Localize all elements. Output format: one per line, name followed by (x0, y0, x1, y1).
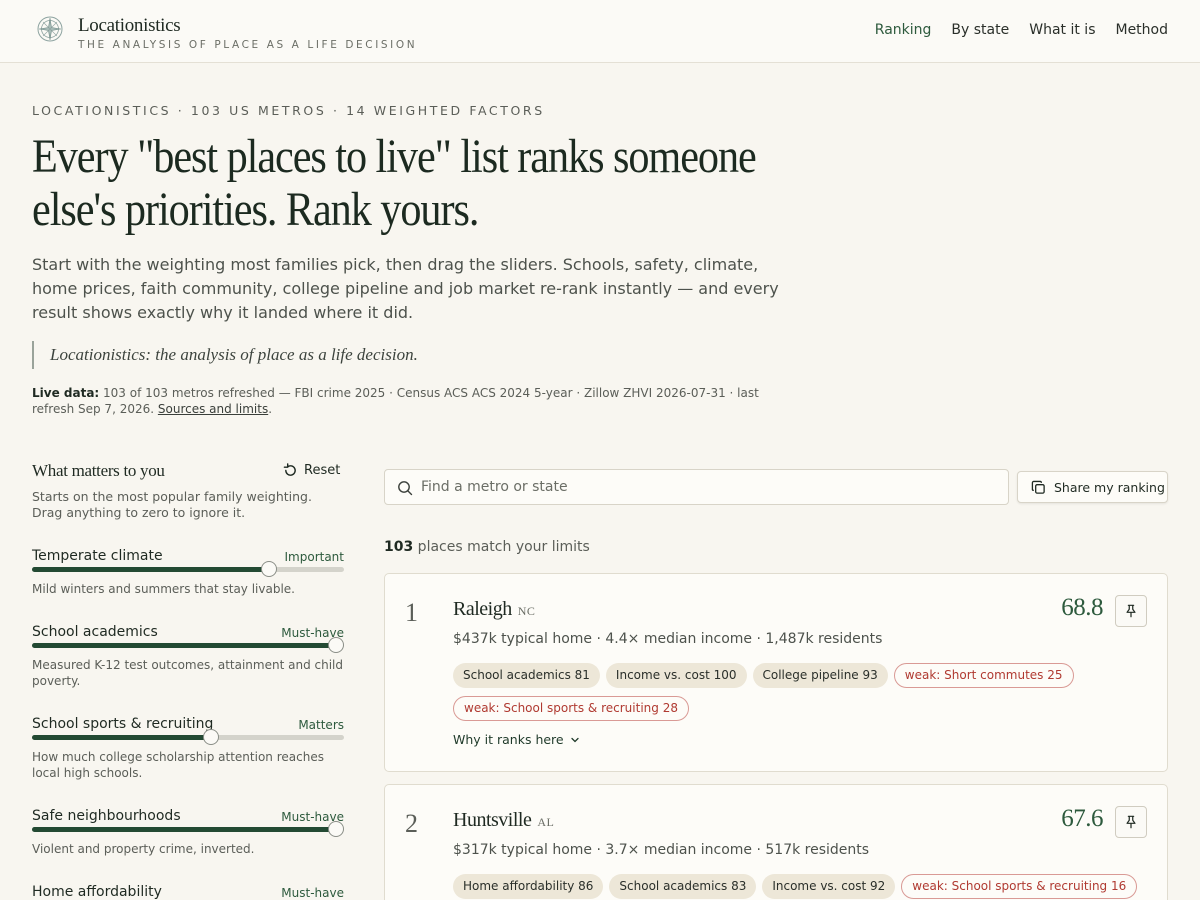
top-bar: Locationistics THE ANALYSIS OF PLACE AS … (0, 0, 1200, 63)
hero-headline: Every "best places to live" list ranks s… (32, 130, 757, 236)
slider-fill (32, 567, 269, 572)
nav-ranking[interactable]: Ranking (875, 22, 932, 38)
result-meta: $317k typical home · 3.7× median income … (453, 842, 870, 858)
compass-logo-icon[interactable] (37, 16, 63, 42)
factor-chips: Home affordability 86 School academics 8… (453, 874, 1143, 899)
factor-level: Matters (298, 718, 344, 732)
factor-name: Home affordability (32, 884, 162, 900)
result-card-1[interactable]: 1 Raleigh NC 68.8 $437k typical home · 4.… (384, 573, 1168, 772)
slider-fill (32, 643, 336, 648)
weights-description: Starts on the most popular family weight… (32, 489, 312, 520)
state-code: NC (517, 604, 536, 618)
live-data-note: Live data: 103 of 103 metros refreshed —… (32, 385, 802, 417)
result-rank: 1 (405, 598, 418, 627)
factor-slider[interactable] (32, 729, 344, 745)
factor-name: School sports & recruiting (32, 716, 214, 732)
results-number: 103 (384, 539, 414, 555)
hero-eyebrow: LOCATIONISTICS · 103 US METROS · 14 WEIG… (32, 103, 545, 118)
brand-name[interactable]: Locationistics (78, 15, 181, 37)
nav-method[interactable]: Method (1115, 22, 1168, 38)
factor-description: Violent and property crime, inverted. (32, 842, 255, 856)
sources-link[interactable]: Sources and limits (158, 402, 268, 416)
slider-thumb[interactable] (328, 637, 344, 653)
strength-chip: School academics 81 (453, 663, 600, 688)
city-name: Raleigh (453, 598, 512, 620)
weights-title: What matters to you (32, 461, 165, 480)
hero-quote: Locationistics: the analysis of place as… (32, 341, 418, 369)
factor-slider[interactable] (32, 637, 344, 653)
weakness-chip: weak: Short commutes 25 (893, 663, 1074, 688)
pin-button[interactable] (1115, 595, 1147, 627)
share-label: Share my ranking (1054, 479, 1165, 495)
slider-fill (32, 735, 211, 740)
why-label: Why it ranks here (453, 732, 564, 747)
weakness-chip: weak: School sports & recruiting 28 (453, 696, 689, 721)
slider-thumb[interactable] (203, 729, 219, 745)
hero-lede: Start with the weighting most families p… (32, 255, 779, 322)
factor-chips: School academics 81 Income vs. cost 100 … (453, 663, 1143, 721)
pin-icon (1126, 604, 1136, 618)
live-data-label: Live data: (32, 386, 100, 400)
brand-tagline: THE ANALYSIS OF PLACE AS A LIFE DECISION (78, 39, 418, 51)
state-code: AL (537, 815, 555, 829)
weakness-chip: weak: School sports & recruiting 16 (901, 874, 1138, 899)
strength-chip: Income vs. cost 92 (762, 874, 896, 899)
nav-by-state[interactable]: By state (951, 22, 1009, 38)
factor-description: Mild winters and summers that stay livab… (32, 582, 295, 596)
factor-name: Safe neighbourhoods (32, 808, 181, 824)
live-data-text: 103 of 103 metros refreshed — FBI crime … (32, 386, 759, 416)
chevron-down-icon (570, 737, 579, 742)
city-name: Huntsville (453, 809, 532, 831)
main-nav: Ranking By state What it is Method (875, 22, 1168, 38)
result-card-2[interactable]: 2 Huntsville AL 67.6 $317k typical home ·… (384, 784, 1168, 900)
result-score: 68.8 (1061, 594, 1103, 621)
factor-name: School academics (32, 624, 158, 640)
factor-slider[interactable] (32, 821, 344, 837)
slider-thumb[interactable] (328, 821, 344, 837)
factor-level: Important (284, 550, 345, 564)
strength-chip: College pipeline 93 (752, 663, 888, 688)
pin-icon (1126, 815, 1136, 829)
result-city[interactable]: Raleigh NC (453, 598, 535, 621)
reset-button[interactable]: Reset (283, 463, 340, 478)
results-count: 103 places match your limits (384, 539, 590, 555)
results-suffix: places match your limits (413, 539, 590, 555)
strength-chip: School academics 83 (609, 874, 757, 899)
factor-description: How much college scholarship attention r… (32, 750, 324, 780)
factor-description: Measured K-12 test outcomes, attainment … (32, 658, 343, 688)
slider-thumb[interactable] (261, 561, 277, 577)
metro-search (384, 469, 1009, 505)
factor-slider[interactable] (32, 561, 344, 577)
nav-what-it-is[interactable]: What it is (1029, 22, 1095, 38)
result-meta: $437k typical home · 4.4× median income … (453, 631, 883, 647)
reset-icon (283, 463, 296, 476)
pin-button[interactable] (1115, 806, 1147, 838)
why-it-ranks-toggle[interactable]: Why it ranks here (453, 732, 580, 747)
search-icon (398, 481, 413, 496)
share-ranking-button[interactable]: Share my ranking (1017, 471, 1168, 503)
factor-level: Must-have (281, 886, 344, 900)
result-score: 67.6 (1061, 805, 1103, 832)
search-input[interactable] (421, 470, 1001, 504)
factor-name: Temperate climate (32, 548, 163, 564)
strength-chip: Home affordability 86 (453, 874, 604, 899)
strength-chip: Income vs. cost 100 (605, 663, 747, 688)
reset-label: Reset (304, 463, 341, 478)
live-data-end: . (268, 402, 273, 416)
slider-fill (32, 827, 336, 832)
result-rank: 2 (405, 809, 418, 838)
copy-icon (1031, 480, 1045, 494)
result-city[interactable]: Huntsville AL (453, 809, 554, 832)
